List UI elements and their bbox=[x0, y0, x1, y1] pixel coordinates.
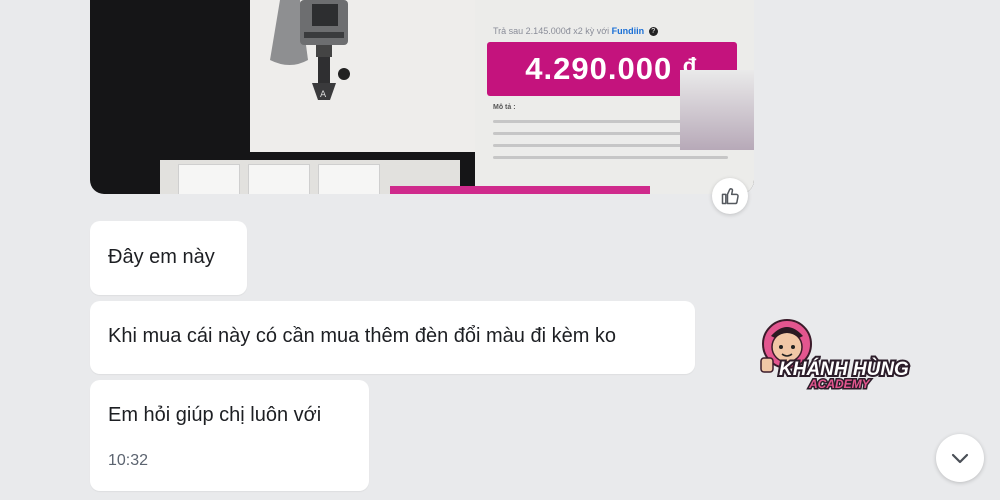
description-title: Mô tả : bbox=[493, 104, 516, 111]
watermark-logo: KHÁNH HÙNG ACADEMY bbox=[753, 314, 923, 394]
chevron-down-icon bbox=[951, 453, 969, 464]
svg-text:A: A bbox=[320, 90, 327, 100]
product-image-area: A bbox=[250, 0, 488, 152]
message-timestamp: 10:32 bbox=[108, 452, 149, 469]
thumbnail[interactable] bbox=[248, 164, 310, 194]
scroll-to-bottom-button[interactable] bbox=[936, 434, 984, 482]
like-button[interactable] bbox=[712, 178, 748, 214]
installment-label: Trả sau 2.145.000đ x2 kỳ với bbox=[493, 26, 610, 36]
thumbnail[interactable] bbox=[178, 164, 240, 194]
message-text: Khi mua cái này có cần mua thêm đèn đổi … bbox=[108, 325, 617, 347]
studio-light-icon: A bbox=[270, 0, 350, 100]
info-icon: ? bbox=[648, 27, 658, 37]
message-bubble[interactable]: Đây em này bbox=[90, 221, 247, 295]
background-decor bbox=[680, 70, 754, 150]
installment-text: Trả sau 2.145.000đ x2 kỳ với Fundiin ? bbox=[493, 26, 658, 37]
accent-strip bbox=[390, 186, 650, 194]
thumbnail[interactable] bbox=[318, 164, 380, 194]
installment-brand: Fundiin bbox=[611, 26, 645, 36]
message-bubble[interactable]: Em hỏi giúp chị luôn với 10:32 bbox=[90, 380, 369, 491]
image-attachment[interactable]: A Trả sau 2.145.000đ x2 kỳ với Fundiin ?… bbox=[90, 0, 754, 194]
thumbs-up-icon bbox=[721, 188, 739, 205]
message-text: Em hỏi giúp chị luôn với bbox=[108, 404, 322, 426]
message-text: Đây em này bbox=[108, 246, 215, 268]
message-bubble[interactable]: Khi mua cái này có cần mua thêm đèn đổi … bbox=[90, 301, 695, 374]
logo-text-sub: ACADEMY bbox=[808, 377, 871, 391]
